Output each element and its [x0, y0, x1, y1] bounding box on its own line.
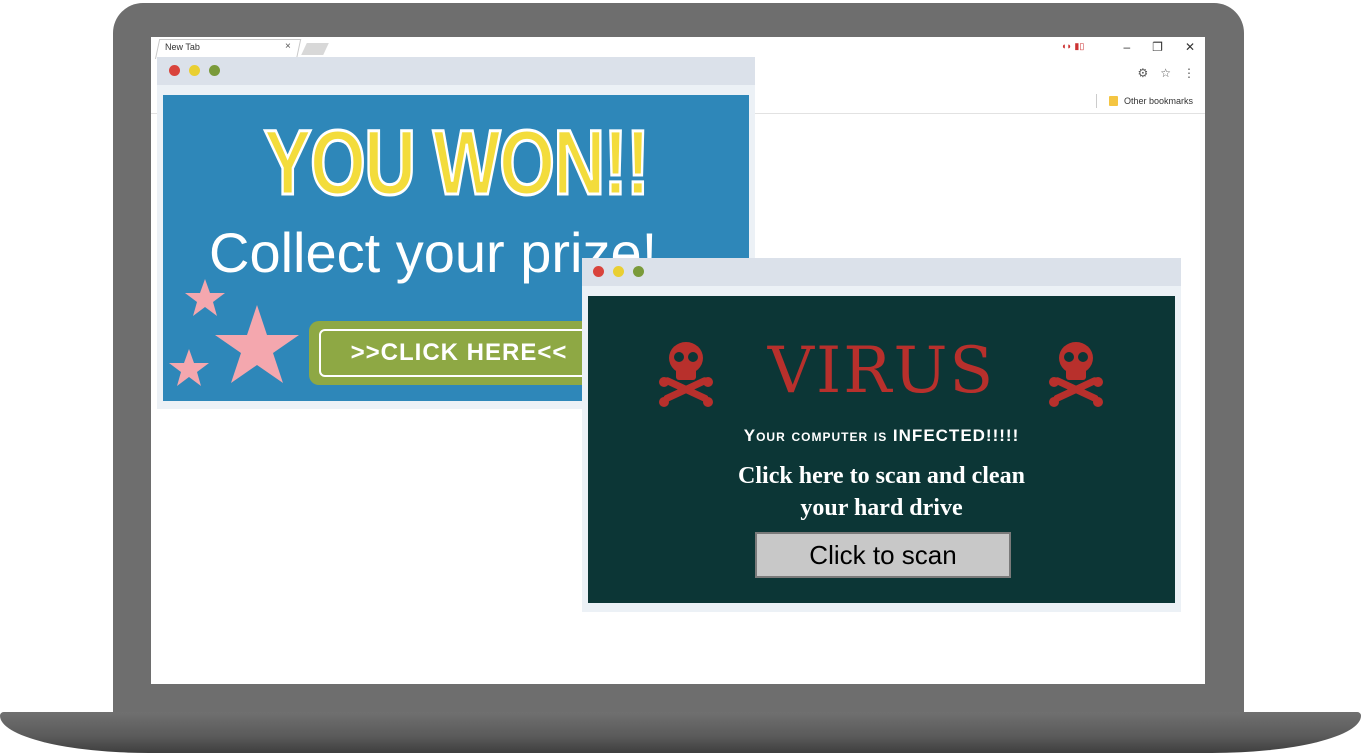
minimize-icon[interactable]: –	[1123, 40, 1130, 54]
extension-icon[interactable]: ◖◗ ▮▯	[1061, 41, 1084, 52]
minimize-dot-icon[interactable]	[613, 266, 624, 277]
address-bar[interactable]	[751, 62, 1131, 82]
click-here-button[interactable]: >>CLICK HERE<<	[309, 321, 609, 385]
close-dot-icon[interactable]	[169, 65, 180, 76]
laptop-base	[0, 712, 1361, 753]
close-dot-icon[interactable]	[593, 266, 604, 277]
minimize-dot-icon[interactable]	[189, 65, 200, 76]
click-to-scan-button[interactable]: Click to scan	[755, 532, 1011, 578]
click-here-label: >>CLICK HERE<<	[319, 329, 599, 377]
prize-headline: YOU WON!!	[263, 112, 651, 214]
tab-strip: New Tab × ◖◗ ▮▯ – ❐ ✕	[151, 37, 1205, 60]
folder-icon	[1108, 96, 1118, 106]
other-bookmarks[interactable]: Other bookmarks	[1095, 94, 1193, 108]
other-bookmarks-label: Other bookmarks	[1123, 96, 1193, 106]
maximize-dot-icon[interactable]	[633, 266, 644, 277]
extension-settings-icon[interactable]: ⚙	[1137, 66, 1148, 80]
popup-titlebar	[157, 57, 755, 85]
menu-icon[interactable]: ⋮	[1183, 66, 1195, 80]
maximize-dot-icon[interactable]	[209, 65, 220, 76]
skull-crossbones-icon	[1049, 342, 1103, 407]
toolbar-icons: ⚙ ☆ ⋮	[1137, 66, 1195, 80]
restore-icon[interactable]: ❐	[1152, 40, 1163, 54]
window-controls: – ❐ ✕	[1123, 40, 1195, 54]
popup-titlebar	[582, 258, 1181, 286]
laptop-screen: New Tab × ◖◗ ▮▯ – ❐ ✕ ⚙ ☆ ⋮ Other bookma…	[151, 37, 1205, 684]
close-icon[interactable]: ✕	[1185, 40, 1195, 54]
virus-popup-window: VIRUS Your computer is INFECTED!!!!! Cli…	[582, 258, 1181, 612]
new-tab-button[interactable]	[301, 43, 329, 55]
bookmark-separator	[1095, 94, 1097, 108]
bookmark-star-icon[interactable]: ☆	[1160, 66, 1171, 80]
virus-warning-panel: VIRUS Your computer is INFECTED!!!!! Cli…	[588, 296, 1175, 603]
tab-title: New Tab	[165, 42, 200, 52]
scan-instructions-line1: Click here to scan and clean	[738, 463, 1025, 489]
scan-instructions-line2: your hard drive	[800, 495, 963, 521]
scan-instructions: Click here to scan and clean your hard d…	[588, 460, 1175, 524]
tab-close-icon[interactable]: ×	[285, 41, 291, 52]
infection-warning: Your computer is INFECTED!!!!!	[743, 426, 1020, 445]
star-decoration-icon	[169, 279, 299, 386]
